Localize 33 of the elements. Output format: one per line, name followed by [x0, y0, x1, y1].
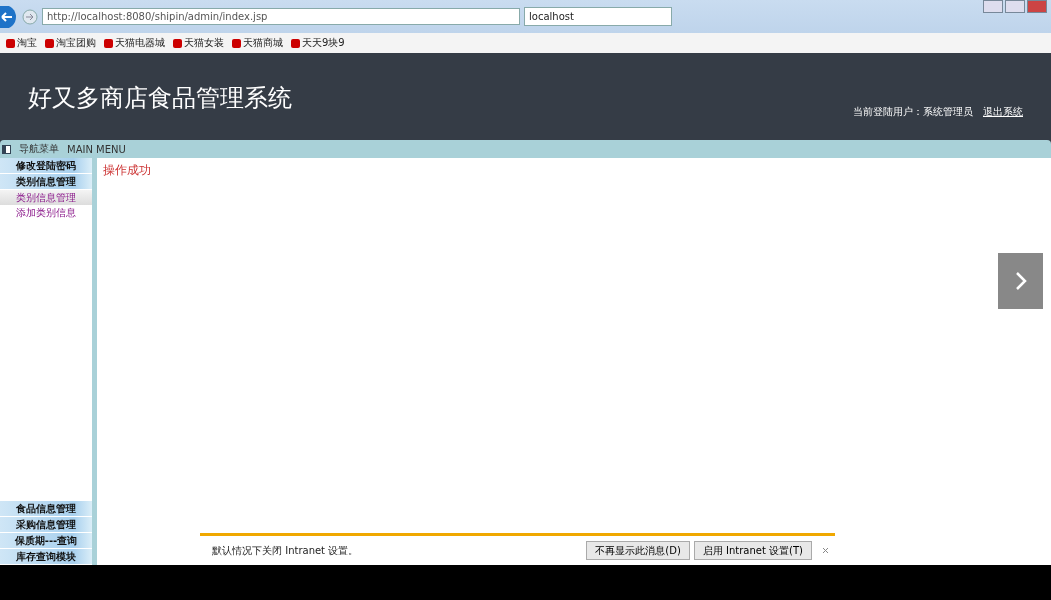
menu-icon [2, 144, 11, 154]
forward-icon[interactable] [22, 8, 38, 25]
current-user: 当前登陆用户：系统管理员 [853, 105, 973, 119]
menu-section[interactable]: 库存查询模块 [0, 549, 92, 564]
address-bar[interactable]: http://localhost:8080/shipin/admin/index.jsp [42, 8, 520, 25]
system-title: 好又多商店食品管理系统 [28, 83, 292, 114]
bookmark-link[interactable]: 天猫女装 [173, 36, 224, 50]
bookmark-link[interactable]: 淘宝 [6, 36, 37, 50]
menu-section[interactable]: 保质期---查询 [0, 533, 92, 548]
chevron-icon [1014, 271, 1027, 291]
bookmark-link[interactable]: 天天9块9 [291, 36, 345, 50]
bookmark-link[interactable]: 淘宝团购 [45, 36, 96, 50]
submenu-item[interactable]: 添加类别信息 [0, 205, 92, 220]
menu-section[interactable]: 类别信息管理 [0, 174, 92, 189]
menu-section[interactable]: 修改登陆密码 [0, 158, 92, 173]
close-icon[interactable] [822, 547, 829, 554]
next-button[interactable] [998, 253, 1043, 309]
success-message: 操作成功 [103, 162, 152, 179]
browser-tab[interactable]: localhost [524, 7, 672, 26]
bookmark-link[interactable]: 天猫商城 [232, 36, 283, 50]
restore-button[interactable] [1005, 0, 1025, 13]
back-icon[interactable] [0, 5, 18, 28]
notification-button[interactable]: 启用 Intranet 设置(T) [693, 541, 812, 560]
notification-text: 默认情况下关闭 Intranet 设置。 [212, 543, 360, 558]
menu-section[interactable]: 采购信息管理 [0, 517, 92, 532]
minimize-button[interactable] [983, 0, 1003, 13]
menu-title: 导航菜单 [19, 142, 59, 156]
notification-button[interactable]: 不再显示此消息(D) [586, 541, 690, 560]
bookmark-link[interactable]: 天猫电器城 [104, 36, 165, 50]
menu-subtitle: MAIN MENU [67, 143, 126, 155]
submenu-item[interactable]: 类别信息管理 [0, 190, 92, 205]
menu-section[interactable]: 食品信息管理 [0, 501, 92, 516]
logout-link[interactable]: 退出系统 [983, 105, 1023, 119]
